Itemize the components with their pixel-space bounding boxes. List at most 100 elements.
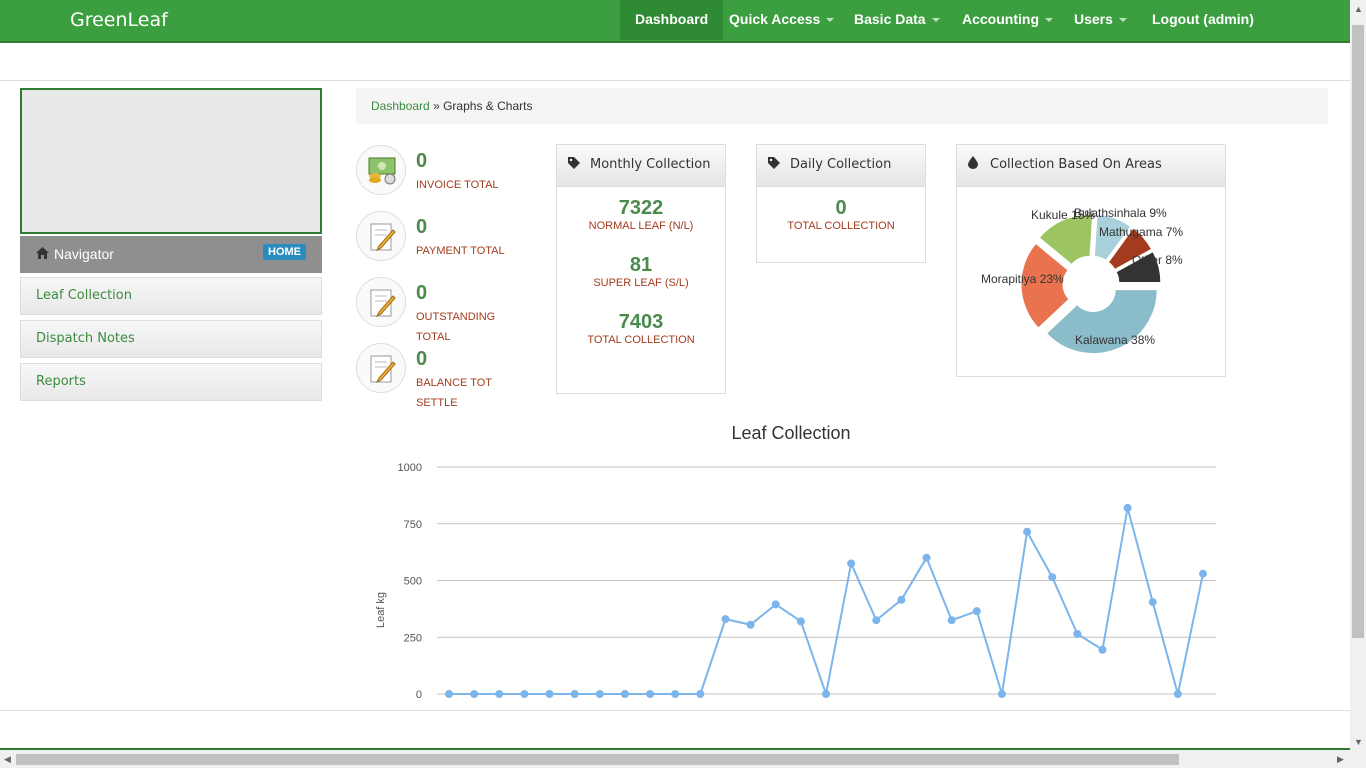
data-point[interactable] bbox=[1148, 598, 1157, 607]
navigator-label: Navigator bbox=[54, 246, 114, 262]
droplet-icon bbox=[968, 145, 978, 185]
scroll-right-icon[interactable]: ▶ bbox=[1337, 754, 1344, 765]
vertical-scroll-thumb[interactable] bbox=[1352, 25, 1364, 638]
pie-label-other: Other 8% bbox=[1132, 253, 1183, 267]
data-point[interactable] bbox=[520, 690, 529, 698]
nav-dashboard-label: Dashboard bbox=[635, 11, 709, 27]
scroll-up-icon[interactable]: ▲ bbox=[1354, 4, 1363, 14]
nav-dashboard[interactable]: Dashboard bbox=[620, 0, 724, 40]
stat-outstanding-total: 0 OUTSTANDING TOTAL bbox=[356, 277, 546, 343]
vertical-scrollbar[interactable]: ▲ ▼ bbox=[1350, 0, 1366, 768]
super-leaf-label: SUPER LEAF (S/L) bbox=[593, 277, 689, 289]
stat-value: 0 bbox=[416, 282, 428, 304]
nav-basic-data[interactable]: Basic Data bbox=[839, 0, 955, 40]
super-leaf-value: 81 bbox=[629, 254, 653, 276]
home-badge[interactable]: HOME bbox=[263, 244, 306, 260]
leaf-collection-line-chart: 0 250 500 750 1000 Leaf kg bbox=[375, 462, 1216, 701]
nav-accounting[interactable]: Accounting bbox=[947, 0, 1068, 40]
stat-balance-tot-settle: 0 BALANCE TOT SETTLE bbox=[356, 343, 546, 409]
data-point[interactable] bbox=[997, 690, 1006, 698]
data-point[interactable] bbox=[445, 690, 453, 698]
nav-logout-label: Logout (admin) bbox=[1152, 11, 1254, 27]
data-point[interactable] bbox=[620, 690, 629, 698]
data-point[interactable] bbox=[570, 690, 579, 698]
daily-total-label: TOTAL COLLECTION bbox=[787, 220, 895, 232]
top-navbar: GreenLeaf Dashboard Quick Access Basic D… bbox=[0, 0, 1350, 43]
area-pie-chart: Kalawana 38%Morapitiya 23%Kukule 15%Bula… bbox=[981, 206, 1183, 355]
monthly-row: 81 SUPER LEAF (S/L) bbox=[557, 254, 725, 289]
data-point[interactable] bbox=[771, 600, 780, 609]
y-tick-label: 0 bbox=[416, 689, 422, 701]
scroll-left-icon[interactable]: ◀ bbox=[4, 754, 11, 765]
y-tick-label: 250 bbox=[404, 632, 422, 644]
panel-header: Collection Based On Areas bbox=[957, 145, 1225, 187]
monthly-row: 7403 TOTAL COLLECTION bbox=[557, 311, 725, 346]
data-point[interactable] bbox=[595, 690, 604, 698]
nav-users[interactable]: Users bbox=[1059, 0, 1142, 40]
data-point[interactable] bbox=[947, 616, 956, 625]
data-point[interactable] bbox=[696, 690, 705, 698]
data-point[interactable] bbox=[972, 607, 981, 616]
data-point[interactable] bbox=[822, 690, 830, 698]
monthly-row: 7322 NORMAL LEAF (N/L) bbox=[557, 197, 725, 232]
data-point[interactable] bbox=[646, 690, 655, 698]
data-point[interactable] bbox=[495, 690, 504, 698]
stat-label: OUTSTANDING TOTAL bbox=[416, 311, 496, 343]
data-point[interactable] bbox=[671, 690, 680, 698]
caret-down-icon bbox=[1045, 18, 1053, 23]
sidebar-item-dispatch-notes[interactable]: Dispatch Notes bbox=[20, 320, 322, 358]
stat-value: 0 bbox=[416, 216, 428, 238]
breadcrumb-dashboard-link[interactable]: Dashboard bbox=[371, 99, 430, 113]
caret-down-icon bbox=[1118, 18, 1127, 23]
logo-placeholder bbox=[20, 88, 322, 234]
data-point[interactable] bbox=[1173, 690, 1182, 698]
pencil-note-icon bbox=[356, 277, 406, 327]
y-tick-label: 1000 bbox=[398, 462, 422, 474]
nav-users-label: Users bbox=[1074, 11, 1113, 27]
total-collection-label: TOTAL COLLECTION bbox=[587, 334, 695, 346]
sidebar-item-leaf-collection[interactable]: Leaf Collection bbox=[20, 277, 322, 315]
panel-header: Daily Collection bbox=[757, 145, 925, 187]
data-point[interactable] bbox=[1098, 645, 1107, 654]
y-tick-label: 500 bbox=[404, 576, 422, 588]
money-icon bbox=[356, 145, 406, 195]
data-point[interactable] bbox=[1199, 569, 1207, 578]
panel-title: Collection Based On Areas bbox=[990, 157, 1162, 172]
data-point[interactable] bbox=[922, 553, 931, 562]
tag-icon bbox=[568, 145, 580, 185]
pie-label-kalawana: Kalawana 38% bbox=[1075, 333, 1155, 347]
caret-down-icon bbox=[826, 18, 835, 23]
nav-accounting-label: Accounting bbox=[962, 11, 1039, 27]
stat-value: 0 bbox=[416, 348, 428, 370]
horizontal-scroll-thumb[interactable] bbox=[16, 754, 1179, 765]
panel-title: Monthly Collection bbox=[590, 157, 711, 172]
data-point[interactable] bbox=[721, 615, 730, 624]
nav-quick-access[interactable]: Quick Access bbox=[714, 0, 849, 40]
nav-logout[interactable]: Logout (admin) bbox=[1137, 0, 1269, 40]
data-point[interactable] bbox=[1123, 503, 1132, 512]
data-point[interactable] bbox=[1023, 527, 1032, 536]
data-point[interactable] bbox=[796, 617, 805, 626]
horizontal-scrollbar[interactable]: ◀ ▶ bbox=[0, 750, 1350, 768]
footer bbox=[0, 710, 1350, 748]
data-point[interactable] bbox=[746, 620, 755, 629]
sidebar-item-reports[interactable]: Reports bbox=[20, 363, 322, 401]
stat-invoice-total: 0 INVOICE TOTAL bbox=[356, 145, 546, 205]
stat-value: 0 bbox=[416, 150, 428, 172]
brand-logo[interactable]: GreenLeaf bbox=[70, 9, 168, 31]
data-point[interactable] bbox=[897, 595, 906, 604]
breadcrumb: Dashboard » Graphs & Charts bbox=[356, 88, 1328, 124]
data-point[interactable] bbox=[545, 690, 554, 698]
y-tick-label: 750 bbox=[404, 519, 422, 531]
data-point[interactable] bbox=[1048, 573, 1057, 582]
data-point[interactable] bbox=[1073, 629, 1082, 638]
tag-icon bbox=[768, 145, 780, 185]
data-point[interactable] bbox=[872, 616, 881, 625]
stat-payment-total: 0 PAYMENT TOTAL bbox=[356, 211, 546, 271]
sub-toolbar bbox=[0, 45, 1350, 81]
data-point[interactable] bbox=[847, 559, 856, 568]
pie-label-bulathsinhala: Bulathsinhala 9% bbox=[1074, 206, 1167, 220]
scroll-down-icon[interactable]: ▼ bbox=[1354, 737, 1363, 747]
breadcrumb-current: Graphs & Charts bbox=[443, 99, 533, 113]
data-point[interactable] bbox=[470, 690, 479, 698]
